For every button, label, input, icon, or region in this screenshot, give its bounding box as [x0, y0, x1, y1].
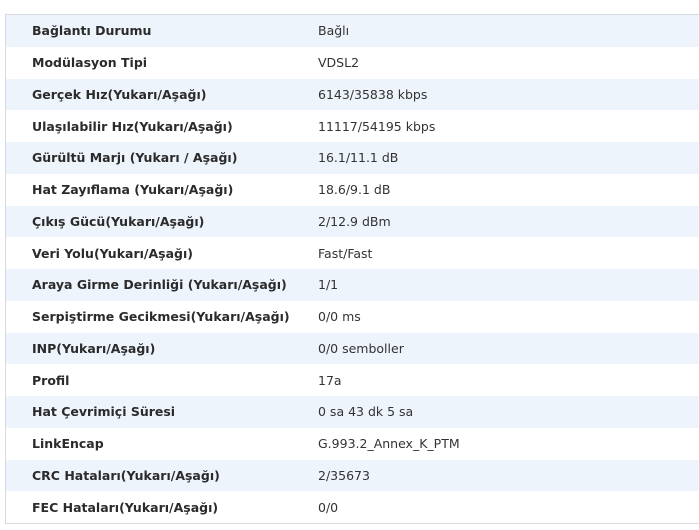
row-value: 16.1/11.1 dB [318, 150, 399, 166]
row-label: Hat Zayıflama (Yukarı/Aşağı) [32, 182, 234, 198]
row-label: LinkEncap [32, 436, 104, 452]
row-interleave-depth: Araya Girme Derinliği (Yukarı/Aşağı) 1/1 [6, 269, 699, 301]
row-value: 0/0 ms [318, 309, 361, 325]
row-interleave-delay: Serpiştirme Gecikmesi(Yukarı/Aşağı) 0/0 … [6, 300, 699, 333]
row-label: CRC Hataları(Yukarı/Aşağı) [32, 467, 220, 483]
row-value: 0/0 [318, 499, 339, 515]
row-value: 2/35673 [318, 467, 370, 483]
row-data-path: Veri Yolu(Yukarı/Aşağı) Fast/Fast [6, 237, 699, 269]
row-link-encap: LinkEncap G.993.2_Annex_K_PTM [6, 427, 699, 460]
dsl-status-rows: Bağlantı Durumu Bağlı Modülasyon Tipi VD… [6, 15, 699, 523]
row-label: Modülasyon Tipi [32, 55, 148, 71]
row-attainable-rate: Ulaşılabilir Hız(Yukarı/Aşağı) 11117/541… [6, 110, 699, 142]
row-line-uptime: Hat Çevrimiçi Süresi 0 sa 43 dk 5 sa [6, 396, 699, 428]
row-label: Bağlantı Durumu [32, 23, 152, 39]
row-inp: INP(Yukarı/Aşağı) 0/0 semboller [6, 332, 699, 365]
row-profile: Profil 17a [6, 364, 699, 396]
row-label: Serpiştirme Gecikmesi(Yukarı/Aşağı) [32, 309, 290, 325]
row-value: 1/1 [318, 277, 339, 293]
row-connection-status: Bağlantı Durumu Bağlı [6, 15, 699, 47]
row-value: 0 sa 43 dk 5 sa [318, 404, 414, 420]
row-value: 18.6/9.1 dB [318, 182, 391, 198]
row-label: Araya Girme Derinliği (Yukarı/Aşağı) [32, 277, 287, 293]
row-value: Bağlı [318, 23, 350, 39]
row-label: FEC Hataları(Yukarı/Aşağı) [32, 499, 219, 515]
row-output-power: Çıkış Gücü(Yukarı/Aşağı) 2/12.9 dBm [6, 205, 699, 238]
row-label: Profil [32, 372, 70, 388]
row-value: 0/0 semboller [318, 340, 404, 356]
row-fec-errors: FEC Hataları(Yukarı/Aşağı) 0/0 [6, 491, 699, 523]
row-value: 6143/35838 kbps [318, 86, 428, 102]
dsl-status-panel: Bağlantı Durumu Bağlı Modülasyon Tipi VD… [5, 14, 699, 524]
row-label: Çıkış Gücü(Yukarı/Aşağı) [32, 213, 205, 229]
row-label: Hat Çevrimiçi Süresi [32, 404, 176, 420]
row-value: 11117/54195 kbps [318, 118, 436, 134]
dsl-status-table: Bağlantı Durumu Bağlı Modülasyon Tipi VD… [6, 15, 699, 523]
row-value: G.993.2_Annex_K_PTM [318, 436, 460, 452]
row-label: Veri Yolu(Yukarı/Aşağı) [32, 245, 193, 261]
row-line-attenuation: Hat Zayıflama (Yukarı/Aşağı) 18.6/9.1 dB [6, 173, 699, 206]
row-label: Gürültü Marjı (Yukarı / Aşağı) [32, 150, 238, 166]
row-label: Ulaşılabilir Hız(Yukarı/Aşağı) [32, 118, 233, 134]
row-value: Fast/Fast [318, 245, 373, 261]
row-noise-margin: Gürültü Marjı (Yukarı / Aşağı) 16.1/11.1… [6, 142, 699, 174]
row-value: VDSL2 [318, 55, 360, 71]
row-value: 2/12.9 dBm [318, 213, 391, 229]
row-modulation-type: Modülasyon Tipi VDSL2 [6, 46, 699, 79]
row-label: INP(Yukarı/Aşağı) [32, 340, 156, 356]
row-value: 17a [318, 372, 342, 388]
row-crc-errors: CRC Hataları(Yukarı/Aşağı) 2/35673 [6, 459, 699, 492]
row-label: Gerçek Hız(Yukarı/Aşağı) [32, 86, 207, 102]
row-actual-rate: Gerçek Hız(Yukarı/Aşağı) 6143/35838 kbps [6, 78, 699, 111]
